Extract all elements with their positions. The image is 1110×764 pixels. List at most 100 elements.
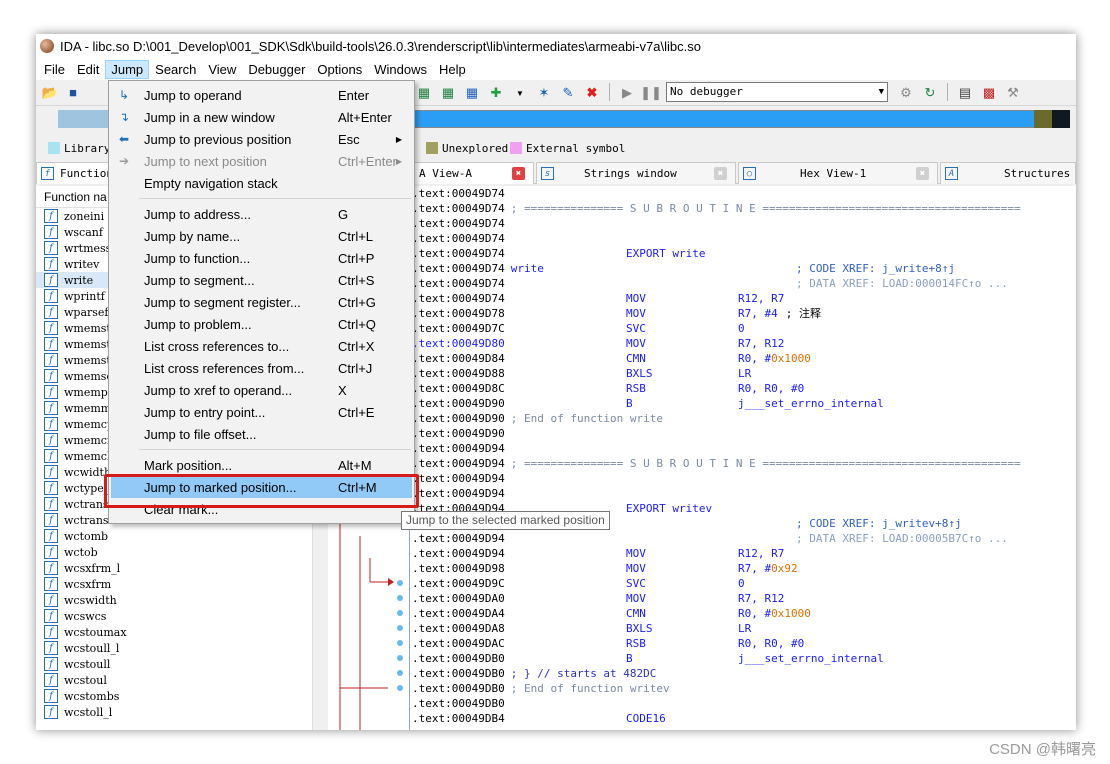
struct-add-icon[interactable]: ▦ [438,83,458,103]
disasm-line[interactable]: .text:00049DA4 CMN R0, #0x1000 [412,606,1076,621]
menu-item-jump-to-segment[interactable]: Jump to segment... Ctrl+S [111,269,412,291]
code-xref-comment[interactable]: ; CODE XREF: j_writev+8↑j [796,516,962,531]
data-xref-comment[interactable]: ; DATA XREF: LOAD:000014FC↑o ... [796,276,1008,291]
instruction-operands[interactable]: 0 [738,576,745,591]
disassembly-listing[interactable]: .text:00049D74 .text:00049D74 ; ==========… [412,186,1076,730]
menu-debugger[interactable]: Debugger [242,60,311,79]
menu-item-jump-in-a-new-window[interactable]: ↴ Jump in a new window Alt+Enter [111,106,412,128]
menu-file[interactable]: File [38,60,71,79]
breakpoint-dot[interactable] [397,625,403,631]
menu-jump[interactable]: Jump [105,59,150,79]
function-list-item[interactable]: f wctob [36,544,325,560]
breakpoint-dot[interactable] [397,670,403,676]
menu-item-jump-to-function[interactable]: Jump to function... Ctrl+P [111,247,412,269]
star-icon[interactable]: ✶ [534,83,554,103]
close-icon[interactable]: ✖ [916,167,929,180]
menu-edit[interactable]: Edit [71,60,105,79]
menu-help[interactable]: Help [433,60,472,79]
disasm-line[interactable]: .text:00049D7C SVC 0 [412,321,1076,336]
disasm-line[interactable]: .text:00049DB0 ; End of function writev [412,681,1076,696]
function-list-item[interactable]: f wcswidth [36,592,325,608]
open-folder-icon[interactable]: 📂 [40,83,60,103]
notepad-icon[interactable]: ▤ [955,83,975,103]
instruction-operands[interactable]: LR [738,621,751,636]
menu-item-empty-navigation-stack[interactable]: Empty navigation stack [111,172,412,194]
menu-item-list-cross-references-from[interactable]: List cross references from... Ctrl+J [111,357,412,379]
disasm-line[interactable]: .text:00049D74 MOV R12, R7 [412,291,1076,306]
menu-item-jump-to-file-offset[interactable]: Jump to file offset... [111,423,412,445]
disasm-line[interactable]: .text:00049D74 write ; CODE XREF: j_write+… [412,261,1076,276]
disasm-line[interactable]: .text:00049D90 ; End of function write [412,411,1076,426]
function-label[interactable]: write [511,262,544,275]
disasm-line[interactable]: .text:00049D74 [412,186,1076,201]
disasm-line[interactable]: .text:00049D94 [412,441,1076,456]
breakpoint-dot[interactable] [397,595,403,601]
disasm-line[interactable]: .text:00049D9C SVC 0 [412,576,1076,591]
instruction-operands[interactable]: R12, R7 [738,546,784,561]
menu-item-mark-position[interactable]: Mark position... Alt+M [111,454,412,476]
menu-item-list-cross-references-to[interactable]: List cross references to... Ctrl+X [111,335,412,357]
close-icon[interactable]: ✖ [714,167,727,180]
tab-structures[interactable]: A Structures [940,162,1076,184]
function-list-item[interactable]: f wcstoumax [36,624,325,640]
disasm-line[interactable]: .text:00049D94 ; DATA XREF: LOAD:00005B7C… [412,531,1076,546]
menu-item-jump-to-address[interactable]: Jump to address... G [111,203,412,225]
function-list-item[interactable]: f wcstoul [36,672,325,688]
function-list-item[interactable]: f wcswcs [36,608,325,624]
menu-item-jump-to-entry-point[interactable]: Jump to entry point... Ctrl+E [111,401,412,423]
breakpoint-dot[interactable] [397,655,403,661]
instruction-operands[interactable]: R7, #4 ; 注释 [738,306,821,321]
disasm-line[interactable]: .text:00049DB4 CODE16 [412,711,1076,726]
disasm-line[interactable]: .text:00049D84 CMN R0, #0x1000 [412,351,1076,366]
plus-node-icon[interactable]: ✚ [486,83,506,103]
menu-item-jump-by-name[interactable]: Jump by name... Ctrl+L [111,225,412,247]
edit-icon[interactable]: ✎ [558,83,578,103]
dropdown-arrow-icon[interactable]: ▼ [510,83,530,103]
instruction-operands[interactable]: R0, #0x1000 [738,606,811,621]
disasm-line[interactable]: .text:00049D90 [412,426,1076,441]
tab-hex-view[interactable]: ○ Hex View-1 ✖ [738,162,938,184]
plugin-icon[interactable]: ▩ [979,83,999,103]
code-xref-comment[interactable]: ; CODE XREF: j_write+8↑j [796,261,955,276]
instruction-operands[interactable]: R7, #0x92 [738,561,798,576]
instruction-operands[interactable]: R0, R0, #0 [738,381,804,396]
disasm-line[interactable]: .text:00049DB0 [412,696,1076,711]
tools-icon[interactable]: ⚒ [1003,83,1023,103]
breakpoint-dot[interactable] [397,610,403,616]
data-graph-icon[interactable]: ▦ [414,83,434,103]
menu-item-jump-to-next-position[interactable]: ➔ Jump to next position Ctrl+Enter ▶ [111,150,412,172]
data-xref-comment[interactable]: ; DATA XREF: LOAD:00005B7C↑o ... [796,531,1008,546]
disasm-line[interactable]: .text:00049D94 ; =============== S U B R … [412,456,1076,471]
delete-icon[interactable]: ✖ [582,83,602,103]
disasm-line[interactable]: .text:00049DAC RSB R0, R0, #0 [412,636,1076,651]
function-list-item[interactable]: f wcsxfrm [36,576,325,592]
instruction-operands[interactable]: LR [738,366,751,381]
instruction-operands[interactable]: R12, R7 [738,291,784,306]
disasm-line[interactable]: .text:00049DA8 BXLS LR [412,621,1076,636]
instruction-operands[interactable]: R7, R12 [738,336,784,351]
menu-windows[interactable]: Windows [368,60,433,79]
close-icon[interactable]: ✖ [512,167,525,180]
menu-options[interactable]: Options [311,60,368,79]
disasm-line[interactable]: .text:00049D94 [412,471,1076,486]
disasm-line[interactable]: .text:00049D94 MOV R12, R7 [412,546,1076,561]
breakpoint-dot[interactable] [397,580,403,586]
xref-add-icon[interactable]: ▦ [462,83,482,103]
debugger-select[interactable]: No debugger ▼ [666,82,888,102]
instruction-operands[interactable]: j___set_errno_internal [738,651,884,666]
breakpoint-dot[interactable] [397,685,403,691]
instruction-operands[interactable]: R0, #0x1000 [738,351,811,366]
disasm-line[interactable]: .text:00049D90 Bj___set_errno_internal [412,396,1076,411]
function-list-item[interactable]: f wcstoll_l [36,704,325,720]
function-list-item[interactable]: f wcstombs [36,688,325,704]
attach-icon[interactable]: ⚙ [896,83,916,103]
disasm-line[interactable]: .text:00049D74 [412,231,1076,246]
disasm-line[interactable]: .text:00049D74 [412,216,1076,231]
tab-ida-view[interactable]: A View-A ✖ [414,162,534,184]
disasm-line[interactable]: .text:00049D74 ; =============== S U B R … [412,201,1076,216]
function-list-item[interactable]: f wcstoull [36,656,325,672]
pause-icon[interactable]: ❚❚ [640,83,662,103]
disasm-line[interactable]: .text:00049D74 EXPORT write [412,246,1076,261]
menu-item-jump-to-operand[interactable]: ↳ Jump to operand Enter [111,84,412,106]
menu-item-jump-to-xref-to-operand[interactable]: Jump to xref to operand... X [111,379,412,401]
